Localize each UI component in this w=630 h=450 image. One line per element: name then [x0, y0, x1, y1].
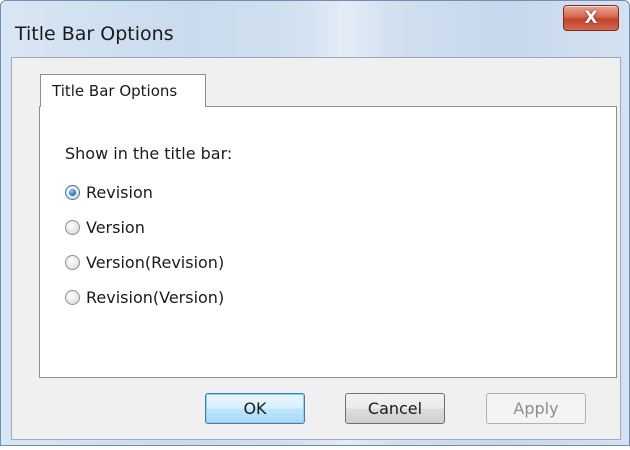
cancel-button[interactable]: Cancel — [345, 393, 445, 424]
close-icon: X — [584, 7, 598, 28]
radio-version[interactable]: Version — [65, 218, 145, 237]
ok-button[interactable]: OK — [205, 393, 305, 424]
radio-label: Version(Revision) — [86, 253, 225, 272]
radio-unchecked-icon[interactable] — [65, 220, 80, 235]
dialog-window: Title Bar Options X Title Bar Options Sh… — [0, 0, 630, 446]
radio-unchecked-icon[interactable] — [65, 255, 80, 270]
tab-title-bar-options[interactable]: Title Bar Options — [40, 74, 206, 107]
radio-revision-version[interactable]: Revision(Version) — [65, 288, 224, 307]
window-title: Title Bar Options — [15, 23, 174, 45]
radio-unchecked-icon[interactable] — [65, 290, 80, 305]
radio-label: Revision(Version) — [86, 288, 225, 307]
radio-checked-icon[interactable] — [65, 185, 80, 200]
radio-revision[interactable]: Revision — [65, 183, 153, 202]
title-bar[interactable]: Title Bar Options X — [1, 1, 629, 57]
group-label: Show in the title bar: — [65, 144, 233, 163]
radio-label: Revision — [86, 183, 153, 202]
radio-label: Version — [86, 218, 145, 237]
radio-version-revision[interactable]: Version(Revision) — [65, 253, 224, 272]
dialog-body: Title Bar Options Show in the title bar:… — [11, 57, 621, 440]
apply-button[interactable]: Apply — [486, 393, 586, 424]
close-button[interactable]: X — [563, 5, 619, 31]
tab-panel: Show in the title bar: Revision Version … — [39, 106, 617, 378]
